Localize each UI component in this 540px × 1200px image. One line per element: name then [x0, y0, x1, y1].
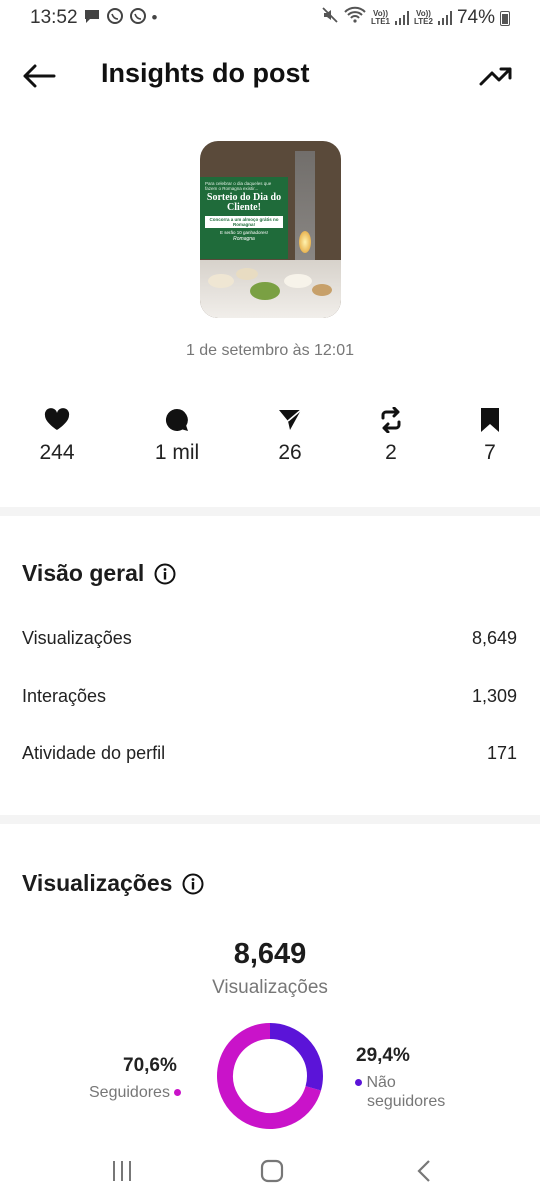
section-divider	[0, 507, 540, 516]
repost-icon	[381, 407, 401, 433]
system-navigation-bar	[0, 1140, 540, 1200]
thumbnail-table	[200, 260, 341, 318]
saves-count: 7	[484, 441, 496, 464]
views-title: Visualizações	[22, 870, 204, 897]
home-icon	[260, 1159, 284, 1183]
arrow-left-icon	[23, 64, 56, 88]
post-thumbnail[interactable]: Para celebrar o dia daqueles que fazem o…	[200, 141, 341, 318]
followers-percent: 70,6%	[123, 1055, 177, 1076]
followers-legend: Seguidores	[89, 1083, 189, 1102]
status-bullet: •	[151, 8, 158, 27]
thumbnail-footer: E serão 10 ganhadores!	[219, 230, 269, 235]
thumbnail-dish	[312, 284, 332, 296]
bookmark-icon	[481, 408, 499, 432]
views-total: 8,649	[233, 938, 307, 970]
likes-count: 244	[39, 441, 75, 464]
chevron-left-icon	[417, 1160, 430, 1182]
saves-stat: 7	[450, 405, 530, 465]
metric-row-profile-activity[interactable]: Atividade do perfil 171	[22, 743, 517, 764]
battery-icon	[500, 10, 510, 26]
followers-label: Seguidores	[89, 1084, 170, 1101]
thumbnail-heater	[295, 151, 315, 271]
battery-percent: 74%	[456, 7, 495, 28]
metric-label: Visualizações	[22, 628, 132, 648]
metric-value: 1,309	[471, 686, 517, 706]
thumbnail-strip: Concorra a um almoço grátis no Romagna!	[205, 216, 283, 228]
metric-label: Atividade do perfil	[22, 743, 166, 763]
header: Insights do post	[0, 40, 540, 112]
sim1-indicator: Vo)) LTE1	[371, 9, 390, 26]
thumbnail-dish	[208, 274, 234, 288]
nonfollowers-dot	[355, 1079, 362, 1087]
overview-title-text: Visão geral	[22, 560, 145, 586]
comment-icon	[165, 408, 188, 431]
info-icon[interactable]	[154, 563, 176, 585]
nonfollowers-label-2: seguidores	[367, 1093, 446, 1110]
thumbnail-headline: Sorteio do Dia do Cliente!	[206, 192, 282, 213]
reposts-stat: 2	[351, 405, 431, 465]
wifi-icon	[344, 6, 366, 30]
post-date: 1 de setembro às 12:01	[185, 342, 355, 359]
thumbnail-brand: Romagna	[233, 236, 255, 242]
send-icon	[279, 409, 302, 430]
thumbnail-dish	[250, 282, 280, 300]
views-donut-chart	[217, 1023, 323, 1129]
thumbnail-small-text: Para celebrar o dia daqueles que fazem o…	[205, 181, 272, 191]
shares-stat: 26	[250, 405, 330, 465]
trends-button[interactable]	[474, 56, 518, 96]
home-button[interactable]	[247, 1154, 297, 1188]
thumbnail-flame	[299, 231, 311, 253]
status-time: 13:52	[30, 7, 78, 28]
views-title-text: Visualizações	[22, 870, 173, 896]
heart-icon	[44, 408, 70, 430]
metric-row-interactions[interactable]: Interações 1,309	[22, 686, 517, 707]
metric-value: 171	[486, 743, 517, 763]
reposts-count: 2	[385, 441, 397, 464]
info-icon[interactable]	[182, 873, 204, 895]
overview-title: Visão geral	[22, 560, 176, 587]
nonfollowers-percent: 29,4%	[356, 1045, 410, 1066]
sim2-indicator: Vo)) LTE2	[414, 9, 433, 26]
nonfollowers-label-1: Não	[366, 1074, 396, 1091]
nonfollowers-legend: Não seguidores	[355, 1073, 465, 1111]
section-divider	[0, 815, 540, 824]
metric-value: 8,649	[471, 628, 517, 648]
thumbnail-dish	[284, 274, 312, 288]
engagement-stats: 244 1 mil 26 2 7	[0, 405, 540, 475]
status-left: 13:52 •	[30, 7, 158, 30]
whatsapp-business-notification-icon	[106, 7, 124, 30]
thumbnail-promo-card: Para celebrar o dia daqueles que fazem o…	[200, 177, 288, 259]
thumbnail-dish	[236, 268, 258, 280]
metric-label: Interações	[22, 686, 107, 706]
page-title: Insights do post	[101, 58, 310, 88]
message-notification-icon	[83, 8, 101, 29]
followers-dot	[174, 1089, 182, 1097]
comments-stat: 1 mil	[137, 405, 217, 465]
recent-apps-button[interactable]	[97, 1154, 147, 1188]
status-bar: 13:52 • Vo)) LTE1 Vo)) LTE2 74%	[0, 0, 540, 36]
mute-icon	[321, 6, 339, 30]
trending-up-icon	[479, 67, 512, 86]
signal-1-icon	[395, 11, 409, 25]
back-nav-button[interactable]	[399, 1154, 449, 1188]
shares-count: 26	[278, 441, 302, 464]
status-right: Vo)) LTE1 Vo)) LTE2 74%	[321, 6, 510, 30]
back-button[interactable]	[18, 56, 60, 96]
signal-2-icon	[437, 11, 452, 25]
whatsapp-notification-icon	[129, 7, 147, 30]
views-caption: Visualizações	[212, 977, 328, 998]
recent-apps-icon	[113, 1161, 131, 1181]
metric-row-views[interactable]: Visualizações 8,649	[22, 628, 517, 649]
likes-stat: 244	[17, 405, 97, 465]
comments-count: 1 mil	[154, 441, 200, 464]
